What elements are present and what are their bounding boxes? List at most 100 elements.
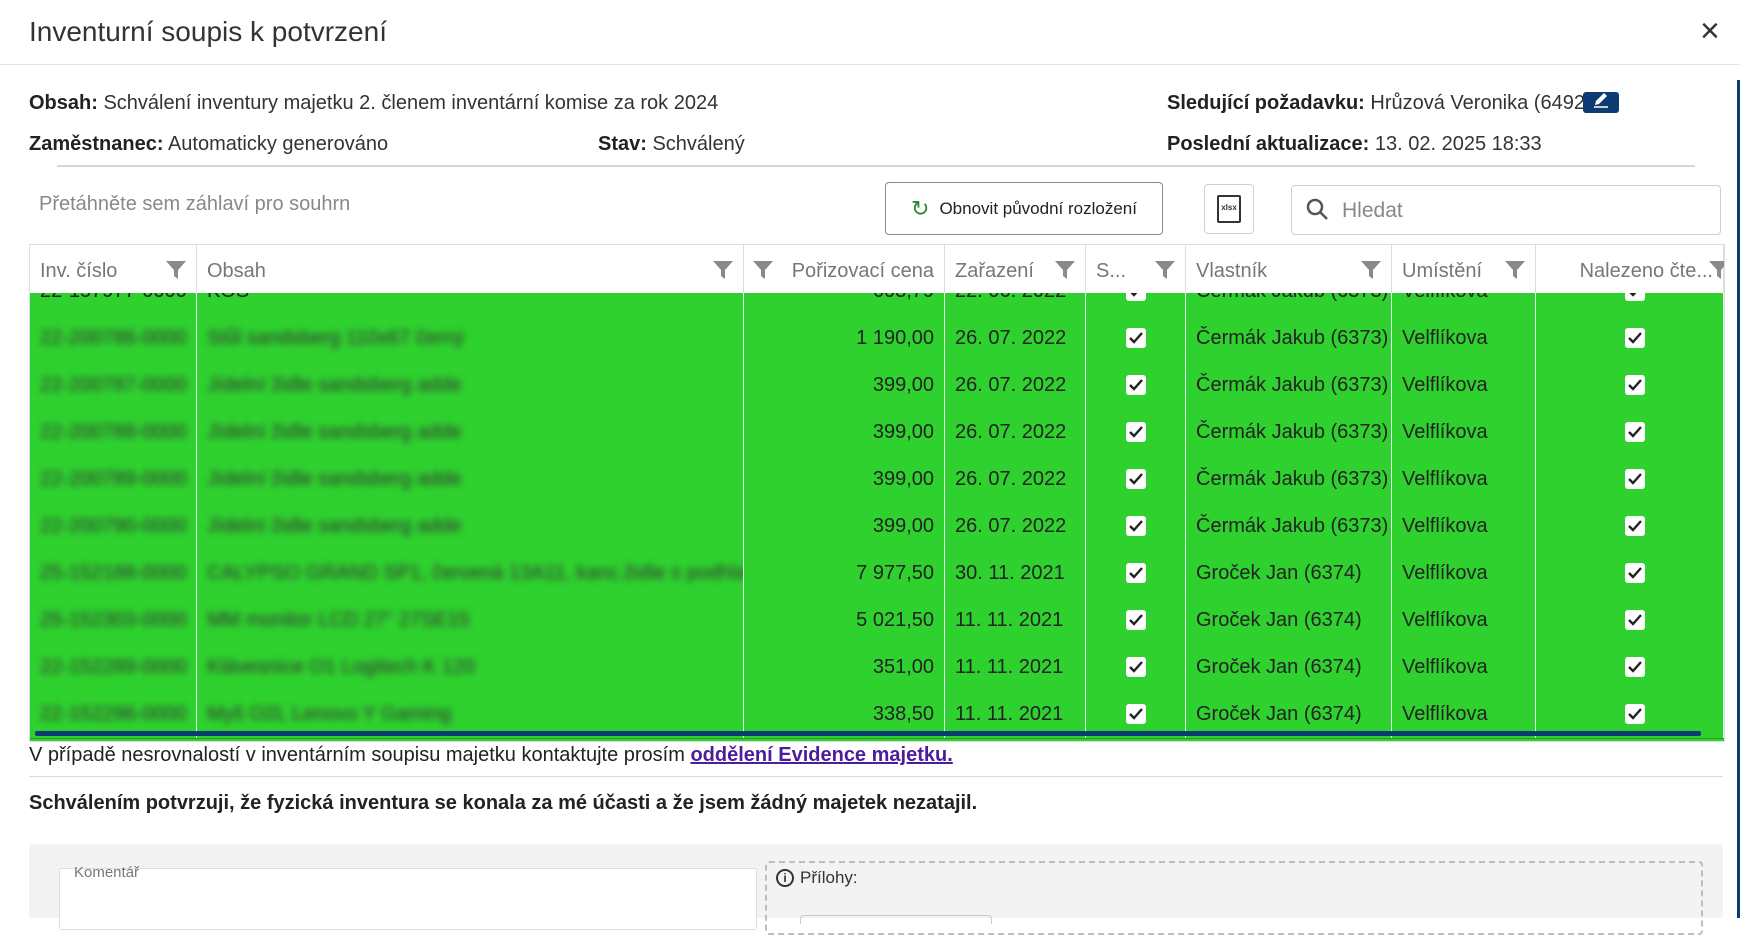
filter-icon[interactable]: [1504, 259, 1526, 281]
filter-icon[interactable]: [712, 259, 734, 281]
checkbox-checked-icon[interactable]: [1125, 563, 1146, 583]
cell-text: Velflíkova: [1402, 421, 1488, 443]
cell-text: 26. 07. 2022: [955, 468, 1067, 490]
cell-col-nalezeno[interactable]: [1536, 293, 1724, 315]
cell-col-nalezeno[interactable]: [1536, 503, 1724, 550]
search-input[interactable]: [1340, 194, 1714, 228]
comment-field[interactable]: [59, 868, 757, 930]
cell-col-zarazeni: 26. 07. 2022: [945, 362, 1086, 409]
checkbox-checked-icon[interactable]: [1125, 610, 1146, 630]
cell-col-s[interactable]: [1086, 550, 1186, 597]
cell-col-cena: 399,00: [744, 409, 945, 456]
grid-horizontal-scrollbar[interactable]: [35, 731, 1701, 736]
reset-layout-label: Obnovit původní rozložení: [939, 198, 1137, 218]
checkbox-checked-icon[interactable]: [1125, 704, 1146, 724]
meta-sledujici-label: Sledující požadavku:: [1167, 92, 1365, 114]
table-row[interactable]: 22-200790-0000 Jídelní židle sandsberg ad…: [30, 503, 1724, 551]
cell-col-inv: 25-152188-0000: [30, 550, 197, 597]
table-row[interactable]: 22-200788-0000 Jídelní židle sandsberg ad…: [30, 409, 1724, 457]
close-icon[interactable]: ×: [1700, 14, 1720, 48]
filter-icon[interactable]: [1154, 259, 1176, 281]
cell-text: 399,00: [872, 468, 934, 490]
table-row[interactable]: 22-152289-0000 Klávesnice O1 Logitech K 1…: [30, 644, 1724, 692]
checkbox-checked-icon[interactable]: [1125, 516, 1146, 536]
cell-text: Groček Jan (6374): [1196, 562, 1362, 584]
table-row[interactable]: 25-152303-0000 MM monitor LCD 27" 27SE15 5…: [30, 597, 1724, 645]
checkbox-checked-icon[interactable]: [1625, 293, 1645, 301]
table-row[interactable]: 25-152188-0000 CALYPSO GRAND SP1, červená…: [30, 550, 1724, 598]
cell-col-nalezeno[interactable]: [1536, 315, 1724, 362]
meta-stav-label: Stav:: [598, 133, 647, 155]
filter-icon[interactable]: [1360, 259, 1382, 281]
cell-col-s[interactable]: [1086, 597, 1186, 644]
cell-col-s[interactable]: [1086, 409, 1186, 456]
add-attachment-button[interactable]: [800, 915, 992, 924]
cell-text: 26. 07. 2022: [955, 515, 1067, 537]
table-row[interactable]: 22-157977-0000 KOS 603,79 22. 06. 2022 Čermá…: [30, 293, 1724, 316]
export-xlsx-button[interactable]: xlsx: [1204, 184, 1254, 234]
meta-obsah-value: Schválení inventury majetku 2. členem in…: [103, 92, 719, 114]
checkbox-checked-icon[interactable]: [1625, 610, 1645, 630]
dialog-title: Inventurní soupis k potvrzení: [29, 16, 387, 47]
checkbox-checked-icon[interactable]: [1625, 516, 1645, 536]
cell-col-nalezeno[interactable]: [1536, 550, 1724, 597]
cell-text: Jídelní židle sandsberg adde: [207, 515, 462, 537]
cell-text: 26. 07. 2022: [955, 421, 1067, 443]
cell-col-nalezeno[interactable]: [1536, 456, 1724, 503]
cell-col-nalezeno[interactable]: [1536, 644, 1724, 691]
cell-col-nalezeno[interactable]: [1536, 409, 1724, 456]
checkbox-checked-icon[interactable]: [1125, 469, 1146, 489]
cell-col-cena: 7 977,50: [744, 550, 945, 597]
table-row[interactable]: 22-200787-0000 Jídelní židle sandsberg ad…: [30, 362, 1724, 410]
cell-text: 399,00: [872, 515, 934, 537]
edit-icon[interactable]: [1583, 92, 1619, 113]
cell-text: Čermák Jakub (6373): [1196, 468, 1389, 490]
cell-col-nalezeno[interactable]: [1536, 362, 1724, 409]
checkbox-checked-icon[interactable]: [1625, 563, 1645, 583]
filter-icon[interactable]: [752, 259, 774, 281]
filter-icon[interactable]: [1054, 259, 1076, 281]
cell-col-s[interactable]: [1086, 456, 1186, 503]
cell-col-s[interactable]: [1086, 315, 1186, 362]
checkbox-checked-icon[interactable]: [1625, 704, 1645, 724]
column-header-col-cena[interactable]: Pořizovací cena: [744, 245, 945, 293]
checkbox-checked-icon[interactable]: [1625, 375, 1645, 395]
filter-icon[interactable]: [165, 259, 187, 281]
column-header-col-nalezeno[interactable]: Nalezeno čte...: [1536, 245, 1724, 293]
cell-text: 26. 07. 2022: [955, 374, 1067, 396]
checkbox-checked-icon[interactable]: [1125, 293, 1146, 301]
refresh-icon: ↻: [911, 195, 930, 221]
group-drop-zone[interactable]: Přetáhněte sem záhlaví pro souhrn: [39, 193, 350, 216]
table-row[interactable]: 22-200786-0000 Stůl sandsberg 110x67 čern…: [30, 315, 1724, 363]
checkbox-checked-icon[interactable]: [1625, 422, 1645, 442]
checkbox-checked-icon[interactable]: [1625, 328, 1645, 348]
cell-text: 11. 11. 2021: [955, 703, 1064, 725]
cell-col-s[interactable]: [1086, 293, 1186, 315]
checkbox-checked-icon[interactable]: [1125, 657, 1146, 677]
cell-col-nalezeno[interactable]: [1536, 597, 1724, 644]
cell-text: Jídelní židle sandsberg adde: [207, 421, 462, 443]
filter-icon[interactable]: [1708, 259, 1724, 281]
cell-col-s[interactable]: [1086, 503, 1186, 550]
checkbox-checked-icon[interactable]: [1625, 657, 1645, 677]
evidence-link[interactable]: oddělení Evidence majetku.: [690, 744, 952, 766]
comment-label: Komentář: [74, 864, 140, 881]
cell-col-umisteni: Velflíkova: [1392, 456, 1536, 503]
checkbox-checked-icon[interactable]: [1125, 375, 1146, 395]
cell-col-s[interactable]: [1086, 362, 1186, 409]
table-row[interactable]: 22-200789-0000 Jídelní židle sandsberg ad…: [30, 456, 1724, 504]
notice-text: V případě nesrovnalostí v inventárním so…: [29, 744, 685, 766]
checkbox-checked-icon[interactable]: [1625, 469, 1645, 489]
reset-layout-button[interactable]: ↻ Obnovit původní rozložení: [885, 182, 1163, 235]
cell-text: 22-200786-0000: [40, 327, 187, 349]
cell-col-inv: 22-200788-0000: [30, 409, 197, 456]
checkbox-checked-icon[interactable]: [1125, 328, 1146, 348]
cell-col-cena: 603,79: [744, 293, 945, 315]
inventory-grid: Inv. číslo Obsah Pořizovací cena Zařazení S.…: [29, 244, 1725, 742]
meta-zamestnanec-value: Automaticky generováno: [167, 133, 389, 155]
cell-text: 22-152289-0000: [40, 656, 187, 678]
cell-col-s[interactable]: [1086, 644, 1186, 691]
cell-col-vlastnik: Čermák Jakub (6373): [1186, 409, 1392, 456]
column-header-col-obsah[interactable]: Obsah: [197, 245, 744, 293]
checkbox-checked-icon[interactable]: [1125, 422, 1146, 442]
